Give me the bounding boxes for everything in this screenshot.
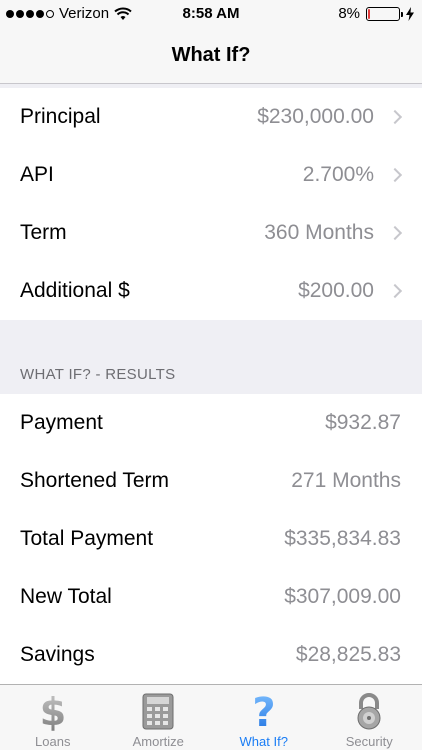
tab-what-if[interactable]: ? What If? <box>211 685 317 750</box>
row-value: 360 Months <box>264 221 374 244</box>
row-label: Total Payment <box>20 527 154 550</box>
row-value: $200.00 <box>298 279 374 302</box>
row-label: API <box>20 163 54 186</box>
row-value: 2.700% <box>302 163 374 186</box>
additional-row[interactable]: Additional $ $200.00 <box>0 262 422 320</box>
row-value: $335,834.83 <box>284 527 401 550</box>
lock-icon <box>357 693 381 730</box>
savings-row: Savings $28,825.83 <box>0 626 422 684</box>
tab-amortize[interactable]: Amortize <box>106 685 212 750</box>
row-label: Term <box>20 221 67 244</box>
new-total-row: New Total $307,009.00 <box>0 568 422 626</box>
question-icon: ? <box>252 691 275 731</box>
calculator-icon <box>142 693 174 730</box>
battery-level <box>368 8 370 19</box>
tab-label: Loans <box>35 734 71 749</box>
chevron-right-icon <box>387 167 403 183</box>
navigation-bar: What If? <box>0 28 422 84</box>
shortened-term-row: Shortened Term 271 Months <box>0 452 422 510</box>
results-section-header: WHAT IF? - RESULTS <box>20 366 176 383</box>
svg-text:?: ? <box>252 691 275 731</box>
loan-inputs-section: Principal $230,000.00 API 2.700% Term 36… <box>0 88 422 320</box>
row-value: $307,009.00 <box>284 585 401 608</box>
battery-info: 8% <box>338 5 414 22</box>
row-label: Additional $ <box>20 279 130 302</box>
svg-text:$: $ <box>40 691 66 731</box>
total-payment-row: Total Payment $335,834.83 <box>0 510 422 568</box>
chevron-right-icon <box>387 225 403 241</box>
api-row[interactable]: API 2.700% <box>0 146 422 204</box>
tab-loans[interactable]: $ Loans <box>0 685 106 750</box>
tab-label: What If? <box>239 734 288 749</box>
row-label: Payment <box>20 411 103 434</box>
chevron-right-icon <box>387 109 403 125</box>
tab-bar: $ Loans Amortize ? What If? Security <box>0 684 422 750</box>
principal-row[interactable]: Principal $230,000.00 <box>0 88 422 146</box>
status-bar: Verizon 8:58 AM 8% <box>0 0 422 28</box>
page-title: What If? <box>171 44 251 66</box>
battery-percent: 8% <box>338 5 360 22</box>
chevron-right-icon <box>387 283 403 299</box>
tab-label: Security <box>345 734 393 749</box>
results-section: Payment $932.87 Shortened Term 271 Month… <box>0 394 422 684</box>
row-label: Shortened Term <box>20 469 170 492</box>
payment-row: Payment $932.87 <box>0 394 422 452</box>
row-value: 271 Months <box>291 469 401 492</box>
charging-bolt-icon <box>406 6 414 21</box>
dollar-icon: $ <box>40 691 66 731</box>
row-value: $230,000.00 <box>257 105 374 128</box>
row-value: $932.87 <box>325 411 401 434</box>
row-value: $28,825.83 <box>295 643 401 666</box>
tab-label: Amortize <box>132 734 184 749</box>
row-label: New Total <box>20 585 112 608</box>
battery-icon <box>366 6 403 21</box>
tab-security[interactable]: Security <box>317 685 422 750</box>
term-row[interactable]: Term 360 Months <box>0 204 422 262</box>
row-label: Principal <box>20 105 101 128</box>
row-label: Savings <box>20 643 95 666</box>
